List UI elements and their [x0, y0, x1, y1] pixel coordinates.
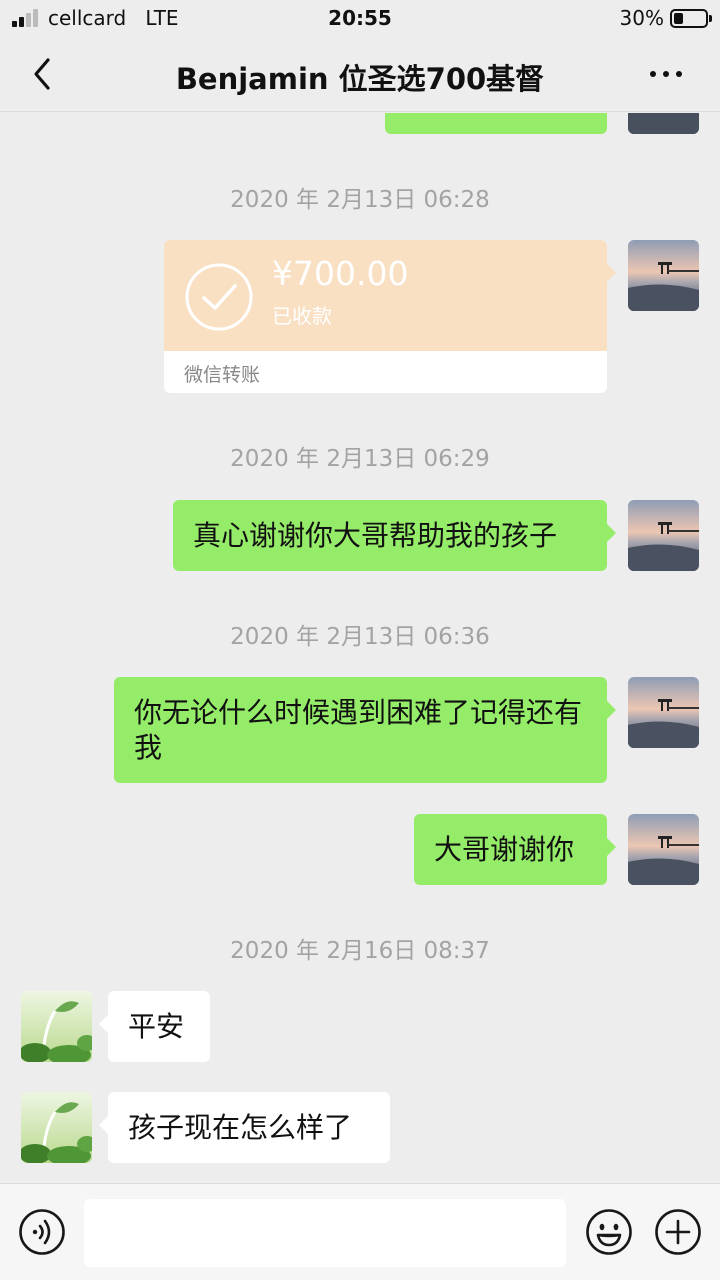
chat-title: Benjamin 位圣选700基督 [175, 62, 545, 96]
my-avatar[interactable] [628, 677, 699, 748]
sent-message-bubble[interactable]: 大哥谢谢你 [414, 814, 616, 885]
partial-sent-bubble[interactable] [385, 113, 607, 134]
back-button[interactable] [24, 54, 64, 94]
contact-avatar[interactable] [21, 991, 92, 1062]
timestamp: 2020 年 2月13日 06:29 [230, 446, 490, 472]
more-dots-icon [650, 71, 656, 77]
more-functions-button[interactable] [654, 1208, 702, 1256]
sent-message-bubble[interactable]: 你无论什么时候遇到困难了记得还有我 [114, 677, 616, 783]
voice-button[interactable] [18, 1208, 66, 1256]
my-avatar[interactable] [628, 240, 699, 311]
received-message-bubble[interactable]: 孩子现在怎么样了 [99, 1092, 390, 1163]
message-input[interactable] [84, 1199, 566, 1267]
voice-icon [19, 1209, 65, 1255]
transfer-card-top: ¥700.00 已收款 [164, 240, 616, 351]
my-avatar[interactable] [628, 500, 699, 571]
timestamp: 2020 年 2月13日 06:36 [230, 624, 490, 650]
check-circle-icon [185, 263, 253, 331]
my-avatar[interactable] [628, 814, 699, 885]
chevron-left-icon [34, 58, 50, 90]
status-bar: cellcard LTE 20:55 30% [0, 0, 720, 38]
emoji-button[interactable] [585, 1208, 633, 1256]
timestamp: 2020 年 2月13日 06:28 [230, 187, 490, 213]
chat-messages[interactable]: 2020 年 2月13日 06:28 ¥700.00 已收款 微信转账 2020… [0, 113, 720, 1183]
more-button[interactable] [650, 71, 684, 79]
status-time: 20:55 [328, 6, 392, 30]
battery-percent: 30% [619, 6, 664, 30]
my-avatar[interactable] [628, 113, 699, 134]
chat-header: Benjamin 位圣选700基督 [0, 38, 720, 112]
transfer-status: 已收款 [272, 304, 332, 328]
emoji-icon [586, 1209, 632, 1255]
received-message-bubble[interactable]: 平安 [99, 991, 210, 1062]
sent-message-bubble[interactable]: 真心谢谢你大哥帮助我的孩子 [173, 500, 616, 571]
transfer-card[interactable]: ¥700.00 已收款 微信转账 [164, 240, 616, 393]
battery-icon [670, 9, 712, 28]
timestamp: 2020 年 2月16日 08:37 [230, 938, 490, 964]
transfer-footer-label: 微信转账 [184, 364, 261, 386]
input-bar [0, 1183, 720, 1280]
plus-circle-icon [655, 1209, 701, 1255]
transfer-amount: ¥700.00 [272, 254, 409, 293]
contact-avatar[interactable] [21, 1092, 92, 1163]
